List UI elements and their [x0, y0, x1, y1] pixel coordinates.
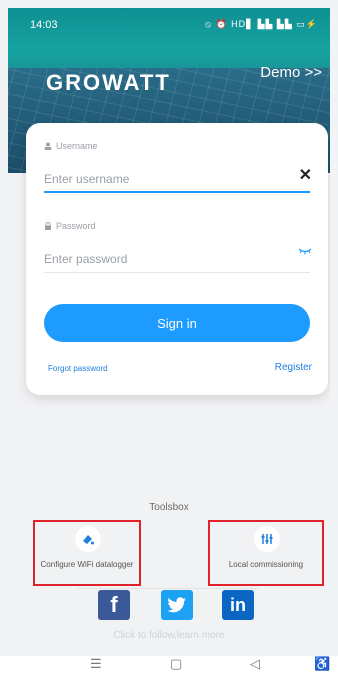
register-link[interactable]: Register	[275, 362, 312, 373]
menu-icon[interactable]: ☰	[90, 656, 102, 672]
lock-icon	[45, 222, 51, 230]
facebook-icon[interactable]: f	[98, 590, 130, 620]
accessibility-icon[interactable]: ♿	[314, 656, 330, 672]
linkedin-icon[interactable]: in	[222, 590, 254, 620]
twitter-icon[interactable]	[161, 590, 193, 620]
app-screen: 14:03 ⦸ ⏰ HD▋ ▙▙ ▙▙ ▭⚡ GROWATT Demo >> U…	[8, 8, 330, 656]
toolsbox-title: Toolsbox	[149, 502, 189, 513]
username-underline	[44, 191, 310, 193]
configure-wifi-datalogger-tool[interactable]: Configure WiFi datalogger	[33, 520, 141, 586]
username-input[interactable]	[44, 172, 310, 186]
status-bar: 14:03 ⦸ ⏰ HD▋ ▙▙ ▙▙ ▭⚡	[8, 8, 330, 42]
sliders-icon	[254, 526, 280, 552]
user-icon	[44, 142, 52, 150]
password-input[interactable]	[44, 252, 310, 266]
sign-in-button[interactable]: Sign in	[44, 304, 310, 342]
forgot-password-link[interactable]: Forgot password	[48, 364, 108, 373]
growatt-logo: GROWATT	[46, 70, 171, 95]
home-icon[interactable]: ▢	[170, 656, 182, 672]
demo-link[interactable]: Demo >>	[260, 64, 322, 81]
follow-text: Click to follow,learn more	[113, 630, 225, 641]
username-label: Username	[56, 141, 98, 151]
password-underline	[44, 272, 310, 273]
local-commissioning-label: Local commissioning	[228, 560, 304, 569]
clear-icon[interactable]: ✕	[299, 165, 312, 185]
status-icons: ⦸ ⏰ HD▋ ▙▙ ▙▙ ▭⚡	[205, 19, 318, 29]
wifi-datalogger-icon	[75, 526, 101, 552]
username-label-row: Username	[44, 141, 98, 151]
divider	[78, 588, 258, 589]
back-icon[interactable]: ◁	[250, 656, 260, 672]
password-label-row: Password	[44, 221, 96, 231]
local-commissioning-tool[interactable]: Local commissioning	[208, 520, 324, 586]
eye-closed-icon[interactable]	[298, 247, 312, 255]
status-time: 14:03	[30, 19, 58, 31]
login-card: Username ✕ Password Sign in Forgot passw…	[26, 123, 328, 395]
password-label: Password	[56, 221, 96, 231]
system-nav-bar: ☰ ▢ ◁ ♿	[0, 656, 338, 675]
configure-wifi-label: Configure WiFi datalogger	[40, 560, 134, 569]
